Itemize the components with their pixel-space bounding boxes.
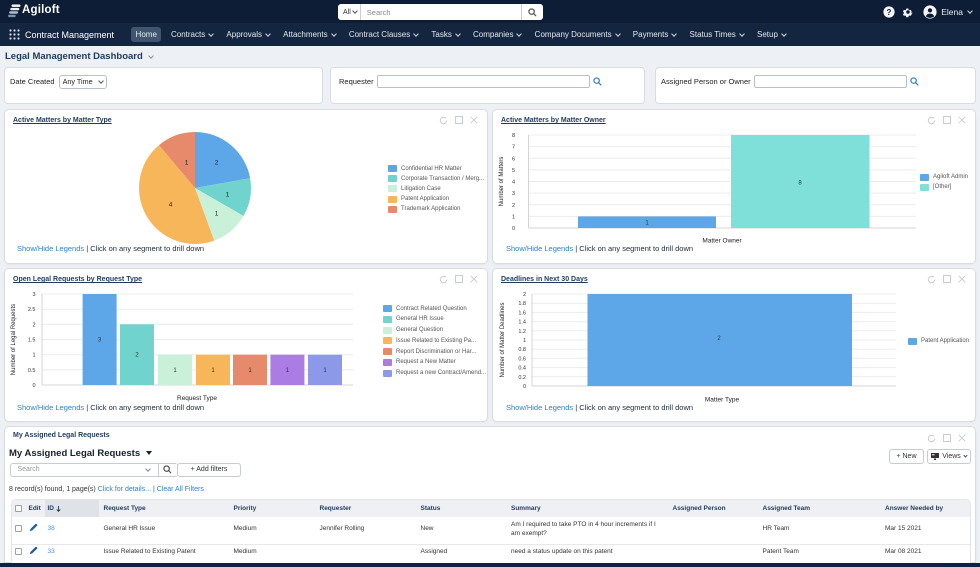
svg-text:Number of Legal Requests: Number of Legal Requests [11,304,17,375]
svg-text:?: ? [887,7,892,16]
svg-text:1: 1 [214,210,218,217]
svg-text:5: 5 [512,167,515,173]
svg-text:0.6: 0.6 [518,356,526,362]
svg-text:3: 3 [32,292,35,298]
svg-text:0.2: 0.2 [518,375,526,381]
svg-text:1.6: 1.6 [518,310,526,316]
svg-text:2.5: 2.5 [28,307,36,313]
svg-text:1: 1 [225,191,229,198]
svg-text:1.8: 1.8 [518,301,526,307]
svg-text:0: 0 [32,383,35,389]
svg-text:4: 4 [512,179,515,185]
svg-text:0.8: 0.8 [518,347,526,353]
svg-text:Matter Owner: Matter Owner [702,237,742,244]
svg-text:Matter Type: Matter Type [705,397,740,404]
svg-text:0: 0 [523,384,526,390]
svg-text:1.2: 1.2 [518,329,526,335]
svg-text:2: 2 [512,202,515,208]
svg-text:0.5: 0.5 [28,368,36,374]
svg-text:0: 0 [512,226,515,232]
svg-text:4: 4 [168,201,172,208]
svg-text:1.5: 1.5 [28,338,36,344]
svg-text:1.4: 1.4 [518,320,526,326]
svg-text:2: 2 [523,292,526,298]
svg-text:8: 8 [512,133,515,139]
svg-text:2: 2 [214,159,218,166]
svg-text:2: 2 [32,322,35,328]
svg-text:Request Type: Request Type [177,395,217,402]
svg-text:0.4: 0.4 [518,366,526,372]
svg-text:7: 7 [512,144,515,150]
svg-text:Number of Matters: Number of Matters [499,156,505,206]
svg-text:1: 1 [32,353,35,359]
svg-text:Number of Matter Deadlines: Number of Matter Deadlines [500,302,506,377]
svg-text:1: 1 [184,159,188,166]
svg-text:3: 3 [512,191,515,197]
svg-text:1: 1 [523,338,526,344]
svg-text:6: 6 [512,156,515,162]
svg-text:1: 1 [512,214,515,220]
